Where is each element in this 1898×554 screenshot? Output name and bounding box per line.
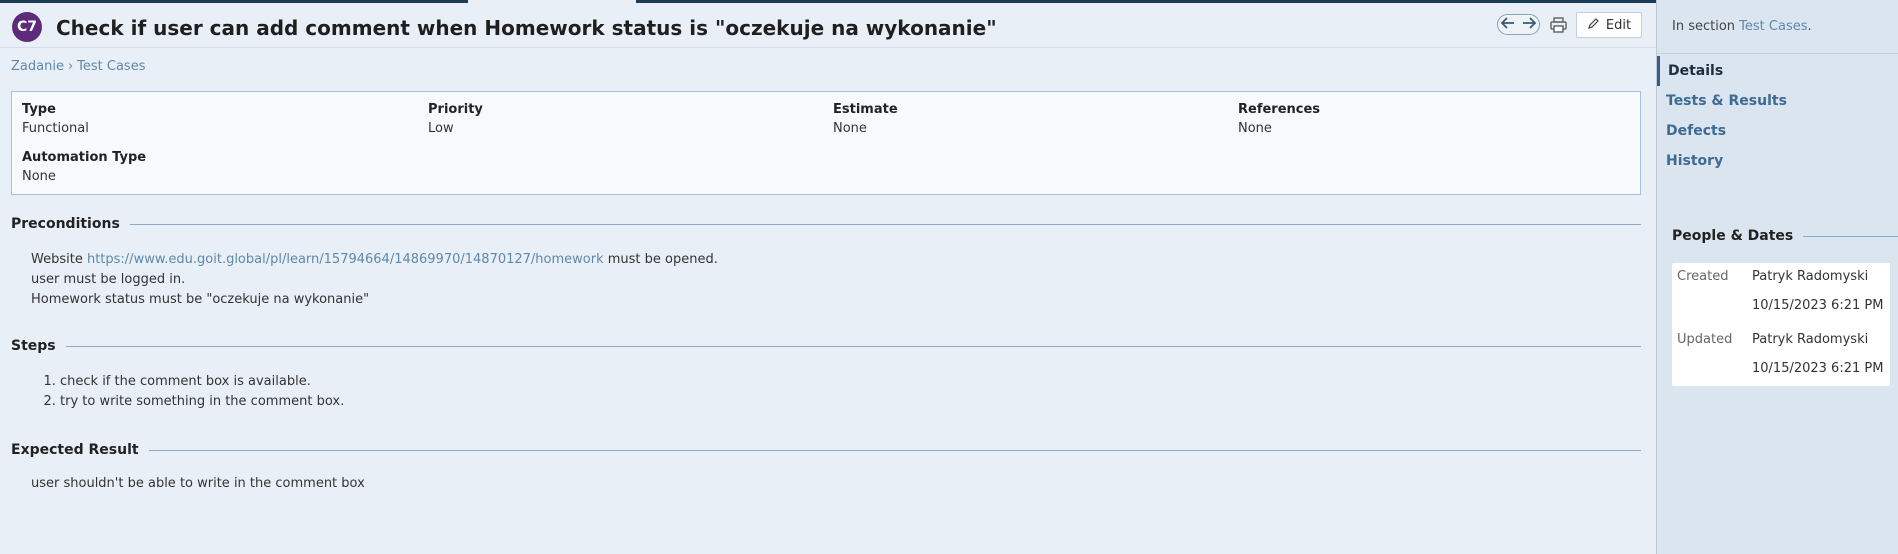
people-dates-header: People & Dates xyxy=(1672,228,1898,244)
pencil-icon xyxy=(1587,17,1600,34)
sidebar-section-link[interactable]: Test Cases xyxy=(1739,19,1807,34)
field-references-value: None xyxy=(1238,121,1272,136)
steps-header: Steps xyxy=(11,336,1641,356)
created-label: Created xyxy=(1677,269,1729,284)
field-type-label: Type xyxy=(22,102,56,117)
sidebar-nav: Details Tests & Results Defects History xyxy=(1657,56,1898,176)
arrow-right-icon[interactable] xyxy=(1522,17,1537,32)
section-divider xyxy=(148,449,1641,451)
people-dates-box: Created Patryk Radomyski 10/15/2023 6:21… xyxy=(1672,263,1890,386)
sidebar-section-info: In section Test Cases. xyxy=(1672,19,1812,34)
field-priority-label: Priority xyxy=(428,102,483,117)
sidebar-divider xyxy=(1657,53,1898,54)
breadcrumb-item-test-cases[interactable]: Test Cases xyxy=(77,59,145,74)
updated-date: 10/15/2023 6:21 PM xyxy=(1752,361,1884,376)
arrow-left-icon[interactable] xyxy=(1500,17,1515,32)
precondition-link[interactable]: https://www.edu.goit.global/pl/learn/157… xyxy=(87,252,604,267)
field-priority-value: Low xyxy=(428,121,454,136)
precondition-line-1: Website https://www.edu.goit.global/pl/l… xyxy=(31,250,718,270)
printer-icon[interactable] xyxy=(1548,15,1568,35)
field-estimate-label: Estimate xyxy=(833,102,898,117)
created-date: 10/15/2023 6:21 PM xyxy=(1752,298,1884,313)
expected-result-title: Expected Result xyxy=(11,442,139,458)
sidebar-item-tests-results[interactable]: Tests & Results xyxy=(1657,86,1898,116)
field-estimate: Estimate None xyxy=(833,102,898,136)
field-type-value: Functional xyxy=(22,121,89,136)
step-item: try to write something in the comment bo… xyxy=(60,392,344,412)
field-automation-type-value: None xyxy=(22,169,56,184)
right-sidebar: In section Test Cases. Details Tests & R… xyxy=(1656,0,1898,554)
precondition-line-2: user must be logged in. xyxy=(31,272,186,287)
sidebar-item-history[interactable]: History xyxy=(1657,146,1898,176)
precondition-line-3: Homework status must be "oczekuje na wyk… xyxy=(31,292,370,307)
case-navigation xyxy=(1497,14,1540,35)
field-automation-type-label: Automation Type xyxy=(22,150,147,165)
field-references-label: References xyxy=(1238,102,1321,117)
steps-list: check if the comment box is available. t… xyxy=(43,372,344,412)
main-content: C7 Check if user can add comment when Ho… xyxy=(0,0,1656,554)
created-by: Patryk Radomyski xyxy=(1752,269,1869,284)
preconditions-title: Preconditions xyxy=(11,216,120,232)
sidebar-item-details[interactable]: Details xyxy=(1657,56,1898,86)
precondition-text: Website xyxy=(31,252,87,267)
breadcrumb-item-zadanie[interactable]: Zadanie xyxy=(11,59,64,74)
field-type: Type Functional xyxy=(22,102,89,136)
sidebar-section-prefix: In section xyxy=(1672,19,1740,34)
field-estimate-value: None xyxy=(833,121,867,136)
field-automation-type: Automation Type None xyxy=(22,150,146,184)
steps-title: Steps xyxy=(11,338,56,354)
case-id-badge: C7 xyxy=(12,12,42,42)
precondition-text: must be opened. xyxy=(603,252,718,267)
updated-by: Patryk Radomyski xyxy=(1752,332,1869,347)
updated-label: Updated xyxy=(1677,332,1733,347)
field-priority: Priority Low xyxy=(428,102,483,136)
edit-button[interactable]: Edit xyxy=(1576,12,1642,38)
preconditions-content: Website https://www.edu.goit.global/pl/l… xyxy=(31,250,718,310)
section-divider xyxy=(129,223,1641,225)
section-divider xyxy=(65,345,1641,347)
expected-result-text: user shouldn't be able to write in the c… xyxy=(31,476,365,491)
case-header: C7 Check if user can add comment when Ho… xyxy=(0,3,1656,48)
page-title: Check if user can add comment when Homew… xyxy=(56,16,997,40)
expected-result-header: Expected Result xyxy=(11,440,1641,460)
breadcrumb-separator: › xyxy=(67,59,74,74)
preconditions-header: Preconditions xyxy=(11,214,1641,234)
sidebar-section-suffix: . xyxy=(1807,19,1812,34)
section-divider xyxy=(1803,235,1898,237)
edit-button-label: Edit xyxy=(1605,17,1632,33)
sidebar-item-defects[interactable]: Defects xyxy=(1657,116,1898,146)
field-references: References None xyxy=(1238,102,1320,136)
case-fields-box: Type Functional Priority Low Estimate No… xyxy=(11,91,1641,195)
step-item: check if the comment box is available. xyxy=(60,372,344,392)
breadcrumb: Zadanie › Test Cases xyxy=(11,59,145,74)
people-dates-title: People & Dates xyxy=(1672,228,1794,244)
